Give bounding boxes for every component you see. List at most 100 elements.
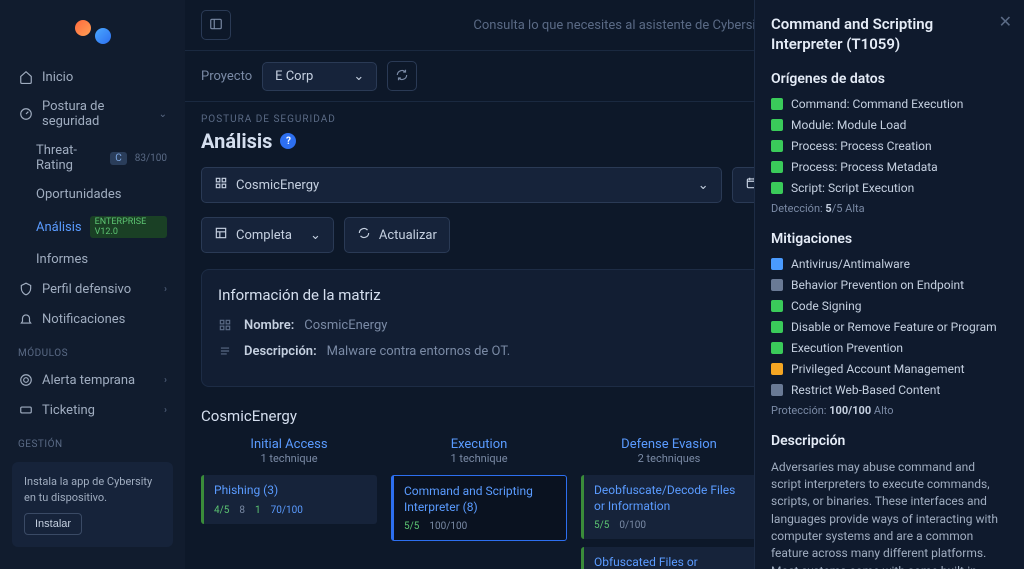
mitigation-label: Disable or Remove Feature or Program [791, 320, 997, 334]
nav-label: Threat-Rating [36, 143, 102, 173]
help-icon[interactable]: ? [280, 133, 296, 149]
nav-threat-rating[interactable]: Threat-Rating C 83/100 [12, 136, 173, 180]
chevron-down-icon: ⌄ [353, 69, 364, 84]
origin-label: Script: Script Execution [791, 181, 914, 195]
mitigation-label: Antivirus/Antimalware [791, 257, 910, 271]
status-square-icon [771, 321, 783, 333]
nav-main: Inicio Postura de seguridad ⌄ Threat-Rat… [0, 62, 185, 452]
close-icon: ✕ [999, 12, 1012, 31]
section-modulos: MÓDULOS [18, 348, 167, 359]
nav-label: Ticketing [42, 403, 95, 418]
tactic-column: Defense Evasion2 techniquesDeobfuscate/D… [581, 437, 757, 569]
chevron-right-icon: › [164, 405, 167, 416]
install-button[interactable]: Instalar [24, 513, 82, 535]
layout-icon [214, 226, 228, 244]
tactic-subtitle: 1 technique [201, 452, 377, 465]
nav-label: Alerta temprana [42, 373, 135, 388]
project-select[interactable]: E Corp ⌄ [262, 62, 377, 91]
nav-ticketing[interactable]: Ticketing › [12, 395, 173, 425]
matrix-selected: CosmicEnergy [236, 178, 319, 193]
nav-analisis[interactable]: Análisis ENTERPRISE V12.0 [12, 209, 173, 245]
drawer-section-origins: Orígenes de datos [771, 71, 1008, 87]
origin-item: Script: Script Execution [771, 181, 1008, 195]
nav-label: Oportunidades [36, 187, 121, 202]
nav-inicio[interactable]: Inicio [12, 62, 173, 92]
technique-card[interactable]: Deobfuscate/Decode Files or Information 5… [581, 475, 757, 539]
drawer-description: Adversaries may abuse command and script… [771, 459, 1008, 569]
shield-icon [18, 281, 34, 297]
technique-name: Command and Scripting Interpreter (8) [404, 484, 556, 515]
mitigation-item: Antivirus/Antimalware [771, 257, 1008, 271]
tactic-name: Defense Evasion [581, 437, 757, 452]
tactic-column: Execution1 techniqueCommand and Scriptin… [391, 437, 567, 569]
sidebar-toggle-icon [209, 17, 223, 34]
status-square-icon [771, 182, 783, 194]
drawer-title: Command and Scripting Interpreter (T1059… [771, 14, 1008, 55]
mitigation-label: Execution Prevention [791, 341, 903, 355]
detection-meta: Detección: 5/5 Alta [771, 202, 1008, 215]
project-label: Proyecto [201, 69, 252, 84]
mode-select[interactable]: Completa ⌄ [201, 217, 334, 253]
grid-icon [218, 318, 234, 336]
technique-stats: 4/58170/100 [214, 505, 367, 516]
panel-toggle-button[interactable] [201, 10, 231, 40]
meta-name-value: CosmicEnergy [304, 318, 387, 336]
status-square-icon [771, 119, 783, 131]
home-icon [18, 69, 34, 85]
nav-label: Perfil defensivo [42, 282, 131, 297]
mitigation-item: Behavior Prevention on Endpoint [771, 278, 1008, 292]
technique-card[interactable]: Obfuscated Files or Information (9)4/570… [581, 547, 757, 569]
mitigation-item: Restrict Web-Based Content [771, 383, 1008, 397]
nav-informes[interactable]: Informes [12, 245, 173, 274]
stat-item: 0/100 [619, 520, 646, 531]
install-text: Instala la app de Cybersity en tu dispos… [24, 474, 161, 505]
close-drawer-button[interactable]: ✕ [999, 12, 1012, 31]
status-square-icon [771, 140, 783, 152]
nav-perfil[interactable]: Perfil defensivo › [12, 274, 173, 304]
technique-name: Deobfuscate/Decode Files or Information [594, 483, 747, 514]
technique-card[interactable]: Phishing (3)4/58170/100 [201, 475, 377, 524]
drawer-section-desc: Descripción [771, 433, 1008, 449]
install-card: Instala la app de Cybersity en tu dispos… [12, 462, 173, 547]
mitigation-item: Execution Prevention [771, 341, 1008, 355]
refresh-icon [357, 226, 371, 244]
chevron-right-icon: › [164, 375, 167, 386]
tactic-name: Execution [391, 437, 567, 452]
refresh-button[interactable]: Actualizar [344, 217, 450, 253]
mitigations-list: Antivirus/Antimalware Behavior Prevention… [771, 257, 1008, 397]
nav-label: Inicio [42, 70, 73, 85]
matrix-select[interactable]: CosmicEnergy ⌄ [201, 167, 722, 203]
nav-label: Postura de seguridad [42, 99, 151, 129]
mitigation-label: Behavior Prevention on Endpoint [791, 278, 964, 292]
stat-item: 8 [239, 505, 245, 516]
refresh-icon [395, 68, 409, 85]
mitigation-label: Code Signing [791, 299, 861, 313]
chevron-down-icon: ⌄ [159, 109, 167, 120]
stat-item: 100/100 [429, 521, 467, 532]
mitigation-item: Privileged Account Management [771, 362, 1008, 376]
nav-postura[interactable]: Postura de seguridad ⌄ [12, 92, 173, 136]
origin-label: Process: Process Metadata [791, 160, 938, 174]
meta-name-label: Nombre: [244, 318, 294, 336]
nav-oportunidades[interactable]: Oportunidades [12, 180, 173, 209]
technique-card[interactable]: Command and Scripting Interpreter (8)5/5… [391, 475, 567, 541]
status-square-icon [771, 258, 783, 270]
status-square-icon [771, 279, 783, 291]
enterprise-badge: ENTERPRISE V12.0 [90, 216, 167, 238]
nav-alerta[interactable]: Alerta temprana › [12, 365, 173, 395]
stat-item: 1 [255, 505, 261, 516]
protection-meta: Protección: 100/100 Alto [771, 404, 1008, 417]
chevron-down-icon: ⌄ [310, 228, 321, 243]
meta-desc-label: Descripción: [244, 344, 317, 362]
status-square-icon [771, 342, 783, 354]
origin-label: Module: Module Load [791, 118, 906, 132]
list-icon [218, 344, 234, 362]
nav-notificaciones[interactable]: Notificaciones [12, 304, 173, 334]
section-gestion: GESTIÓN [18, 439, 167, 450]
stat-item: 70/100 [271, 505, 303, 516]
mitigation-item: Disable or Remove Feature or Program [771, 320, 1008, 334]
project-selected: E Corp [275, 69, 313, 84]
origin-item: Command: Command Execution [771, 97, 1008, 111]
refresh-project-button[interactable] [387, 61, 417, 91]
technique-stats: 5/50/100 [594, 520, 747, 531]
